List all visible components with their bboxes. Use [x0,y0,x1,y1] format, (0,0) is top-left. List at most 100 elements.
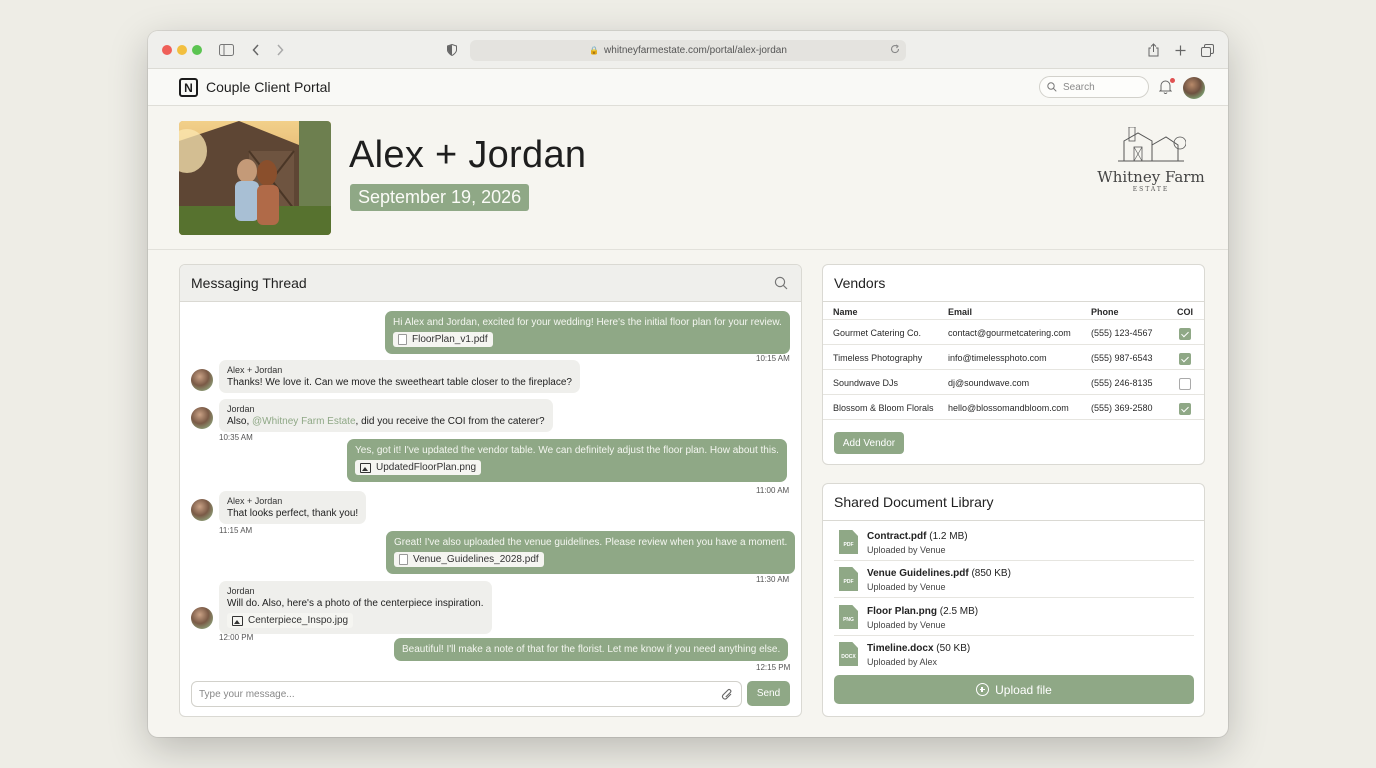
couple-photo [179,121,331,235]
vendors-table: Name Email Phone COI Gourmet Catering Co… [823,302,1204,420]
shield-icon[interactable] [446,40,458,60]
coi-checkbox[interactable] [1179,378,1191,390]
file-icon [398,334,407,345]
vendors-title: Vendors [823,265,1204,302]
search-input[interactable]: Search [1039,76,1149,98]
attachment-name: UpdatedFloorPlan.png [376,462,477,473]
upload-label: Upload file [995,682,1052,697]
message-sender: Alex + Jordan [227,365,283,375]
column-header: Email [948,307,973,317]
document-item[interactable]: DOCX Timeline.docx (50 KB) Uploaded by A… [834,636,1194,673]
messaging-panel: Messaging Thread Hi Alex and Jordan, exc… [179,264,802,717]
couple-hero: Alex + Jordan September 19, 2026 Whitney… [148,107,1228,250]
coi-checkbox[interactable] [1179,328,1191,340]
vendor-email[interactable]: info@timelessphoto.com [948,353,1047,363]
document-filename: Contract.pdf [867,531,927,542]
paperclip-icon[interactable] [721,688,733,704]
document-uploader: Uploaded by Venue [867,545,946,555]
document-name: Timeline.docx (50 KB) [867,643,970,654]
message-outgoing: Beautiful! I'll make a note of that for … [394,638,789,661]
message-incoming: Alex + Jordan That looks perfect, thank … [219,491,367,524]
document-name: Contract.pdf (1.2 MB) [867,531,968,542]
new-tab-icon[interactable] [1174,40,1186,60]
vendor-name: Blossom & Bloom Florals [833,403,934,413]
vendor-email[interactable]: dj@soundwave.com [948,378,1029,388]
user-avatar[interactable] [1183,77,1205,99]
message-input[interactable]: Type your message... [191,681,742,707]
document-name: Floor Plan.png (2.5 MB) [867,606,978,617]
avatar [191,499,213,521]
app-header: N Couple Client Portal Search [148,69,1228,106]
table-row: Gourmet Catering Co. contact@gourmetcate… [823,320,1204,345]
file-icon [399,554,408,565]
url-text: whitneyfarmestate.com/portal/alex-jordan [604,45,787,56]
message-text: Also, [227,416,253,427]
attachment-chip[interactable]: Venue_Guidelines_2028.pdf [394,552,544,567]
upload-file-button[interactable]: Upload file [834,675,1194,704]
tabs-overview-icon[interactable] [1200,40,1214,60]
add-vendor-button[interactable]: Add Vendor [834,432,904,454]
png-file-icon: PNG [839,605,858,629]
reload-icon[interactable] [890,44,900,57]
document-item[interactable]: PNG Floor Plan.png (2.5 MB) Uploaded by … [834,599,1194,636]
vendor-phone: (555) 123-4567 [1091,328,1153,338]
image-icon [232,615,243,626]
vendor-email[interactable]: hello@blossomandbloom.com [948,403,1069,413]
attachment-name: FloorPlan_v1.pdf [412,334,488,345]
column-header: Name [833,307,858,317]
document-size: (2.5 MB) [939,606,979,617]
message-time: 10:35 AM [219,433,253,442]
sidebar-toggle-icon[interactable] [218,40,234,60]
close-window-button[interactable] [162,45,172,55]
vendor-phone: (555) 369-2580 [1091,403,1153,413]
message-time: 11:30 AM [756,575,790,584]
vendor-name: Gourmet Catering Co. [833,328,922,338]
send-button[interactable]: Send [747,681,790,706]
message-outgoing: Yes, got it! I've updated the vendor tab… [347,439,787,482]
attachment-chip[interactable]: FloorPlan_v1.pdf [393,332,493,347]
venue-subtitle: ESTATE [1132,186,1170,193]
attachment-chip[interactable]: UpdatedFloorPlan.png [355,460,482,475]
messaging-title: Messaging Thread [180,265,801,302]
message-text: Yes, got it! I've updated the vendor tab… [355,445,779,456]
vendor-email[interactable]: contact@gourmetcatering.com [948,328,1071,338]
message-incoming: Jordan Also, @Whitney Farm Estate, did y… [219,399,553,432]
app-logo[interactable]: N [179,78,198,97]
forward-icon[interactable] [274,40,286,60]
search-messages-icon[interactable] [774,276,788,295]
vendors-panel: Vendors Name Email Phone COI Gourmet Cat… [822,264,1205,465]
coi-checkbox[interactable] [1179,353,1191,365]
browser-toolbar: 🔒 whitneyfarmestate.com/portal/alex-jord… [148,31,1228,69]
document-uploader: Uploaded by Venue [867,582,946,592]
share-icon[interactable] [1146,40,1160,60]
attachment-name: Centerpiece_Inspo.jpg [248,615,349,626]
message-text: Will do. Also, here's a photo of the cen… [227,598,484,609]
message-incoming: Jordan Will do. Also, here's a photo of … [219,581,492,634]
wedding-date-badge: September 19, 2026 [350,184,530,211]
mention-link[interactable]: @Whitney Farm Estate [252,416,356,427]
avatar [191,369,213,391]
browser-window: 🔒 whitneyfarmestate.com/portal/alex-jord… [148,31,1228,737]
document-item[interactable]: PDF Contract.pdf (1.2 MB) Uploaded by Ve… [834,524,1194,561]
vendor-phone: (555) 246-8135 [1091,378,1153,388]
document-library-title: Shared Document Library [823,484,1204,521]
venue-logo: Whitney Farm ESTATE [1096,125,1206,197]
coi-checkbox[interactable] [1179,403,1191,415]
document-uploader: Uploaded by Alex [867,657,938,667]
document-filename: Timeline.docx [867,643,934,654]
search-icon [1047,82,1057,92]
message-text: Beautiful! I'll make a note of that for … [402,644,781,655]
minimize-window-button[interactable] [177,45,187,55]
portal-title: Couple Client Portal [206,79,331,95]
message-text: Hi Alex and Jordan, excited for your wed… [393,317,782,328]
maximize-window-button[interactable] [192,45,202,55]
table-row: Blossom & Bloom Florals hello@blossomand… [823,395,1204,420]
pdf-file-icon: PDF [839,567,858,591]
image-icon [360,462,371,473]
document-item[interactable]: PDF Venue Guidelines.pdf (850 KB) Upload… [834,561,1194,598]
document-size: (1.2 MB) [929,531,968,542]
back-icon[interactable] [250,40,262,60]
address-bar[interactable]: 🔒 whitneyfarmestate.com/portal/alex-jord… [470,40,906,61]
attachment-chip[interactable]: Centerpiece_Inspo.jpg [227,613,354,628]
message-text: Great! I've also uploaded the venue guid… [394,537,788,548]
